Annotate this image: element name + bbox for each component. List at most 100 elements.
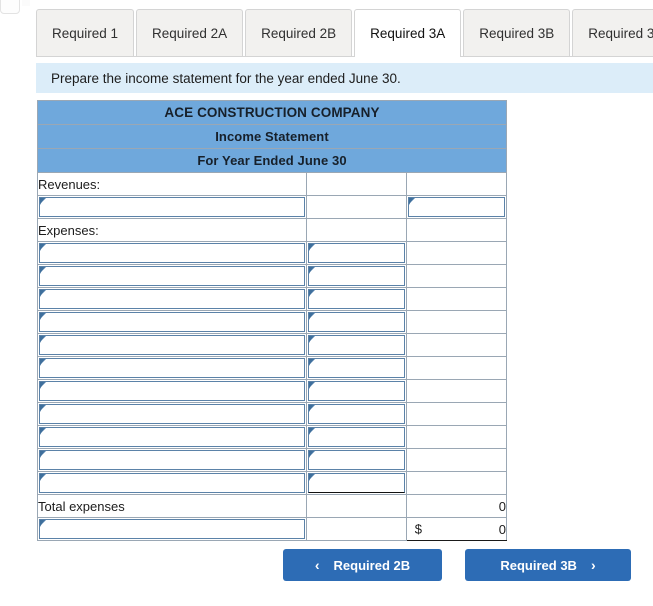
- expense-entry-row: [37, 287, 508, 311]
- next-requirement-button[interactable]: Required 3B ›: [465, 549, 631, 581]
- next-requirement-label: Required 3B: [500, 557, 577, 573]
- statement-header-row-type: Income Statement: [37, 124, 507, 149]
- expenses-label-right-cell: [405, 218, 508, 242]
- expense-description-input[interactable]: [39, 312, 305, 332]
- chevron-left-icon: ‹: [314, 557, 320, 573]
- tab-required-2b[interactable]: Required 2B: [245, 9, 353, 56]
- dropdown-flag-icon: [308, 405, 315, 412]
- instruction-banner: Prepare the income statement for the yea…: [36, 63, 653, 93]
- dropdown-flag-icon: [40, 336, 46, 343]
- tab-required-3a[interactable]: Required 3A: [354, 9, 462, 57]
- expense-entry-row: [37, 379, 508, 403]
- expense-description-input[interactable]: [39, 289, 305, 309]
- expense-description-cell: [37, 264, 307, 288]
- expense-description-input[interactable]: [39, 381, 305, 401]
- dropdown-flag-icon: [40, 244, 46, 251]
- expense-description-input[interactable]: [39, 266, 305, 286]
- expenses-section-label-row: Expenses:: [37, 218, 508, 242]
- expense-description-input[interactable]: [39, 243, 305, 263]
- dropdown-flag-icon: [308, 382, 315, 389]
- expense-description-cell: [37, 379, 307, 403]
- expense-amount-input[interactable]: [307, 404, 405, 424]
- expense-description-input[interactable]: [39, 450, 305, 470]
- tab-label: Required 1: [52, 25, 119, 41]
- dropdown-flag-icon: [40, 290, 46, 297]
- expense-description-input[interactable]: [39, 358, 305, 378]
- expense-amount-input[interactable]: [307, 473, 405, 493]
- expense-amount-cell: [305, 287, 407, 311]
- dropdown-flag-icon: [308, 244, 315, 251]
- income-statement-worksheet: ACE CONSTRUCTION COMPANY Income Statemen…: [37, 100, 508, 541]
- clipped-corner-widget-secondary: [22, 0, 30, 6]
- navigation-bar: ‹ Required 2B Required 3B ›: [0, 549, 653, 581]
- dropdown-flag-icon: [308, 313, 315, 320]
- tab-label: Required 2A: [152, 25, 228, 41]
- expense-amount-input[interactable]: [307, 381, 405, 401]
- expense-subtotal-cell: [405, 241, 508, 265]
- expense-amount-input[interactable]: [307, 450, 405, 470]
- revenue-entry-row: [37, 195, 508, 219]
- dropdown-flag-icon: [308, 428, 315, 435]
- net-income-description-input[interactable]: [39, 519, 305, 539]
- revenues-section-label-row: Revenues:: [37, 172, 508, 196]
- expense-amount-cell: [305, 241, 407, 265]
- expenses-label-mid-cell: [305, 218, 407, 242]
- expense-description-input[interactable]: [39, 404, 305, 424]
- dropdown-flag-icon: [308, 451, 315, 458]
- expense-entry-row: [37, 356, 508, 380]
- expense-description-cell: [37, 425, 307, 449]
- tab-required-3b[interactable]: Required 3B: [463, 9, 571, 56]
- instruction-text: Prepare the income statement for the yea…: [51, 70, 401, 86]
- expense-amount-input[interactable]: [307, 427, 405, 447]
- previous-requirement-button[interactable]: ‹ Required 2B: [283, 549, 442, 581]
- tab-required-3c[interactable]: Required 3C: [572, 9, 653, 56]
- expense-description-input[interactable]: [39, 427, 305, 447]
- tab-required-2a[interactable]: Required 2A: [136, 9, 244, 56]
- total-expenses-mid-cell: [305, 494, 407, 518]
- dropdown-flag-icon: [308, 267, 315, 274]
- dropdown-flag-icon: [408, 198, 415, 205]
- expense-amount-input[interactable]: [307, 312, 405, 332]
- expense-amount-input[interactable]: [307, 335, 405, 355]
- expense-entry-row: [37, 402, 508, 426]
- net-income-mid-cell: [305, 517, 407, 541]
- expense-amount-cell: [305, 448, 407, 472]
- dropdown-flag-icon: [40, 267, 46, 274]
- dropdown-flag-icon: [308, 474, 315, 481]
- expense-amount-cell: [305, 333, 407, 357]
- tab-label: Required 3C: [588, 25, 653, 41]
- currency-symbol: $: [414, 521, 422, 537]
- statement-header-row-period: For Year Ended June 30: [37, 148, 507, 173]
- expense-amount-input[interactable]: [307, 289, 405, 309]
- dropdown-flag-icon: [40, 359, 46, 366]
- expense-description-cell: [37, 448, 307, 472]
- expense-subtotal-cell: [405, 402, 508, 426]
- chevron-right-icon: ›: [590, 557, 596, 573]
- revenue-description-cell: [37, 195, 307, 219]
- expense-amount-cell: [305, 471, 407, 495]
- dropdown-flag-icon: [40, 520, 46, 527]
- tab-required-1[interactable]: Required 1: [36, 9, 135, 56]
- expense-description-input[interactable]: [39, 335, 305, 355]
- statement-header-row-company: ACE CONSTRUCTION COMPANY: [37, 100, 507, 125]
- dropdown-flag-icon: [40, 451, 46, 458]
- expense-subtotal-cell: [405, 379, 508, 403]
- expense-amount-input[interactable]: [307, 358, 405, 378]
- dropdown-flag-icon: [308, 336, 315, 343]
- expense-subtotal-cell: [405, 356, 508, 380]
- revenue-description-input[interactable]: [39, 197, 305, 217]
- expense-description-cell: [37, 241, 307, 265]
- dropdown-flag-icon: [40, 474, 46, 481]
- clipped-corner-widget: [0, 0, 20, 14]
- expense-description-input[interactable]: [39, 473, 305, 493]
- expense-amount-input[interactable]: [307, 266, 405, 286]
- revenue-amount-input[interactable]: [407, 197, 505, 217]
- expense-amount-input[interactable]: [307, 243, 405, 263]
- total-expenses-row: Total expenses 0: [37, 494, 508, 518]
- dropdown-flag-icon: [40, 313, 46, 320]
- statement-period: For Year Ended June 30: [37, 148, 507, 173]
- total-expenses-label: Total expenses: [37, 494, 307, 518]
- expense-subtotal-cell: [405, 310, 508, 334]
- tab-label: Required 3A: [370, 25, 446, 41]
- expense-entry-row: [37, 448, 508, 472]
